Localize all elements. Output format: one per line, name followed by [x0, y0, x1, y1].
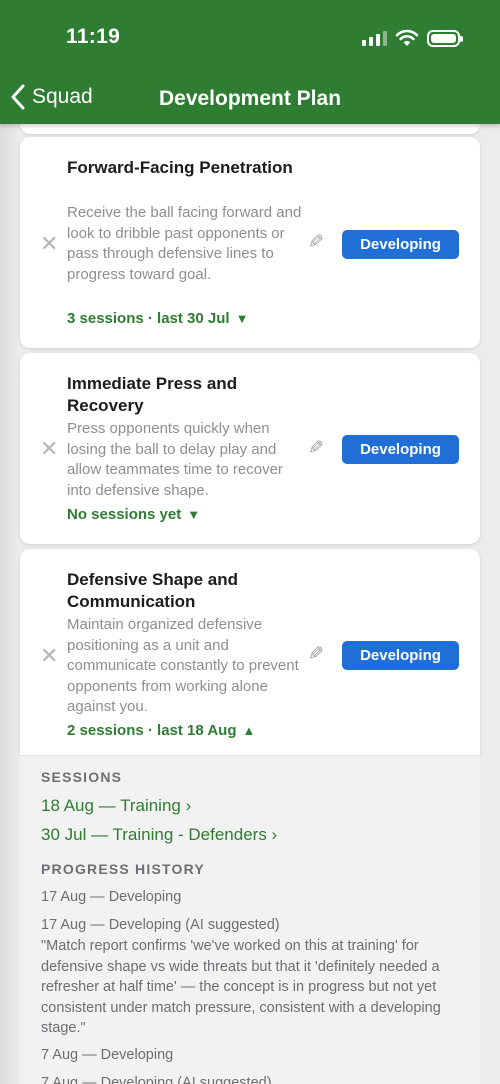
status-time: 11:19: [66, 25, 121, 48]
sessions-toggle[interactable]: No sessions yet ▼: [67, 506, 200, 523]
pencil-icon[interactable]: ✎: [308, 643, 324, 666]
close-icon[interactable]: ✕: [40, 231, 58, 257]
sessions-summary: 2 sessions · last 18 Aug: [67, 722, 237, 739]
history-entry: 7 Aug — Developing: [41, 1047, 174, 1063]
wifi-icon: [395, 29, 419, 46]
goal-card: Forward-Facing Penetration Receive the b…: [20, 137, 480, 348]
goal-title: Immediate Press and Recovery: [67, 374, 238, 415]
history-entry: 7 Aug — Developing (AI suggested): [41, 1075, 272, 1084]
goal-description: Press opponents quickly when losing the …: [67, 420, 283, 499]
history-entry: 17 Aug — Developing: [41, 889, 182, 905]
progress-history-heading: PROGRESS HISTORY: [41, 861, 205, 877]
chevron-down-icon: ▼: [235, 311, 249, 326]
goal-description: Receive the ball facing forward and look…: [67, 204, 302, 283]
left-edge-shadow: [0, 124, 20, 1084]
pencil-icon[interactable]: ✎: [308, 231, 324, 254]
session-link[interactable]: 18 Aug — Training ›: [41, 796, 191, 816]
expanded-details: SESSIONS 18 Aug — Training › 30 Jul — Tr…: [20, 755, 480, 1084]
session-link[interactable]: 30 Jul — Training - Defenders ›: [41, 825, 277, 845]
goal-title: Defensive Shape and Communication: [67, 570, 239, 611]
goal-title: Forward-Facing Penetration: [67, 158, 293, 177]
pencil-icon[interactable]: ✎: [308, 437, 324, 460]
status-pill[interactable]: Developing: [342, 230, 459, 259]
previous-card-edge: [20, 124, 480, 134]
sessions-toggle[interactable]: 3 sessions · last 30 Jul ▼: [67, 310, 248, 327]
page-title: Development Plan: [158, 87, 342, 110]
status-icons: [362, 27, 463, 49]
status-pill[interactable]: Developing: [342, 435, 459, 464]
sessions-summary: 3 sessions · last 30 Jul: [67, 310, 230, 327]
sessions-heading: SESSIONS: [41, 769, 123, 785]
close-icon[interactable]: ✕: [40, 436, 58, 462]
close-icon[interactable]: ✕: [40, 643, 58, 669]
goal-card: Immediate Press and Recovery Press oppon…: [20, 353, 480, 544]
goal-description: Maintain organized defensive positioning…: [67, 616, 299, 715]
signal-icon: [362, 30, 387, 46]
battery-icon: [427, 29, 463, 47]
history-entry: 17 Aug — Developing (AI suggested): [41, 917, 280, 933]
sessions-summary: No sessions yet: [67, 506, 182, 523]
chevron-up-icon: ▲: [242, 723, 256, 738]
status-pill[interactable]: Developing: [342, 641, 459, 670]
chevron-down-icon: ▼: [187, 507, 201, 522]
history-note: "Match report confirms 'we've worked on …: [41, 938, 441, 1036]
sessions-toggle[interactable]: 2 sessions · last 18 Aug ▲: [67, 722, 255, 739]
nav-header: 11:19 Squad Development Plan: [0, 0, 500, 124]
goal-card: Defensive Shape and Communication Mainta…: [20, 549, 480, 755]
